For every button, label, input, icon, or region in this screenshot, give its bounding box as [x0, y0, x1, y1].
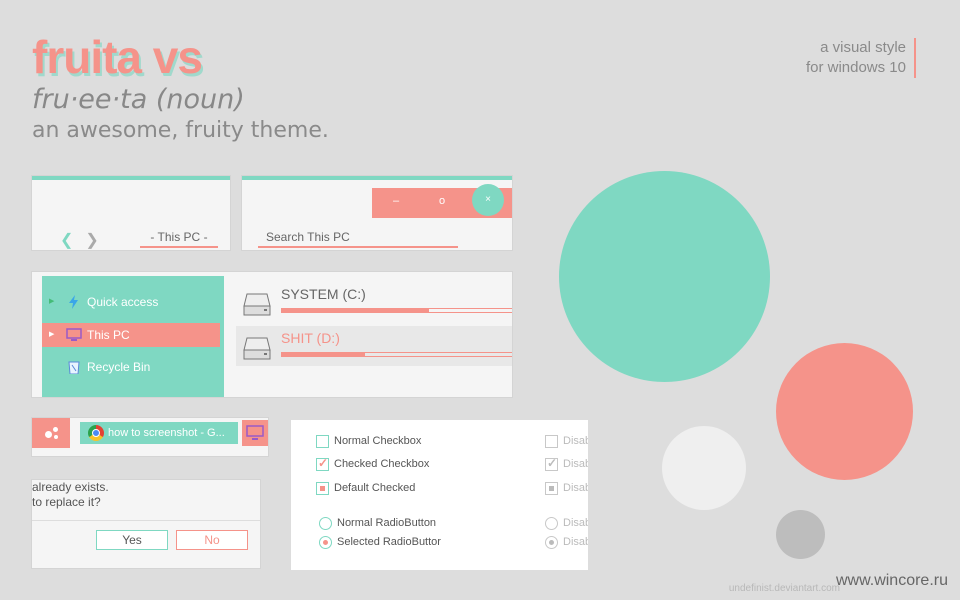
taskbar-this-pc-button[interactable] [242, 420, 268, 446]
style-caption-line1: a visual style [820, 39, 906, 56]
dialog-divider [32, 520, 260, 521]
radio-label: Normal RadioButton [337, 517, 437, 529]
disabled-label: Disab [563, 435, 588, 447]
drive-usage-bar [281, 352, 512, 357]
dialog-message: already exists. to replace it? [32, 480, 109, 510]
location-breadcrumb[interactable]: - This PC - [140, 230, 218, 248]
style-caption-line2: for windows 10 [805, 59, 906, 76]
chevron-left-icon[interactable]: ❮ [60, 230, 73, 250]
indeterminate-square-icon [320, 486, 325, 491]
chevron-right-icon[interactable]: ❯ [85, 230, 98, 250]
expand-caret-icon[interactable]: ▶ [49, 323, 54, 347]
drive-item-c[interactable]: SYSTEM (C:) [236, 282, 512, 322]
yes-button[interactable]: Yes [96, 530, 168, 550]
start-dot-icon [45, 431, 52, 438]
no-button[interactable]: No [176, 530, 248, 550]
sidebar-item-label: Quick access [87, 295, 159, 309]
checkbox-box[interactable] [316, 482, 329, 495]
radio-circle[interactable] [319, 517, 332, 530]
coral-circle [776, 343, 913, 480]
drive-name: SYSTEM (C:) [281, 286, 366, 302]
explorer-panel: ▶ Quick access ▶ This PC Recycle Bin SYS… [32, 272, 512, 397]
checkbox-label: Normal Checkbox [334, 435, 422, 447]
white-circle [662, 426, 746, 510]
sidebar-item-recycle-bin[interactable]: Recycle Bin [42, 355, 224, 379]
close-button[interactable]: × [472, 184, 504, 216]
radio-circle [545, 517, 558, 530]
recycle-bin-icon [68, 361, 80, 374]
checkbox-box [545, 482, 558, 495]
replace-file-dialog: already exists. to replace it? Yes No [32, 480, 260, 568]
pronunciation: fru·ee·ta (noun) [32, 84, 245, 115]
disabled-label: Disab [563, 517, 588, 529]
dialog-message-line2: to replace it? [32, 495, 101, 509]
checkbox-label: Default Checked [334, 482, 416, 494]
lightning-icon [69, 295, 78, 309]
site-watermark: www.wincore.ru [835, 572, 948, 589]
radio-dot-icon [323, 540, 328, 545]
sidebar-item-quick-access[interactable]: ▶ Quick access [42, 290, 224, 314]
disabled-label: Disab [563, 536, 588, 548]
radio-label: Selected RadioButtor [337, 536, 441, 548]
navigation-panel: ❮ ❯ - This PC - [32, 176, 230, 250]
tagline: an awesome, fruity theme. [32, 118, 329, 143]
sidebar-item-label: Recycle Bin [87, 360, 151, 374]
drive-item-d[interactable]: SHIT (D:) [236, 326, 512, 366]
start-dot-icon [53, 427, 58, 432]
hard-drive-icon [243, 293, 271, 316]
theme-title: fruita vs [32, 31, 203, 83]
monitor-icon [246, 425, 264, 440]
chrome-icon [88, 425, 104, 441]
location-label: This PC [157, 230, 201, 244]
sidebar-item-this-pc[interactable]: ▶ This PC [42, 323, 220, 347]
expand-caret-icon[interactable]: ▶ [49, 290, 54, 314]
navigation-pane: ▶ Quick access ▶ This PC Recycle Bin [42, 276, 224, 397]
caption-buttons: – o × [372, 184, 512, 218]
style-caption: a visual style for windows 10 [806, 38, 916, 78]
radio-circle[interactable] [319, 536, 332, 549]
gray-circle [776, 510, 825, 559]
sidebar-item-label: This PC [87, 328, 130, 342]
drive-usage-fill [282, 309, 430, 312]
taskbar-tab-label: how to screenshot - G... [108, 427, 225, 439]
taskbar: how to screenshot - G... [32, 418, 268, 456]
checkmark-icon: ✓ [547, 456, 558, 470]
checkbox-box[interactable]: ✓ [316, 456, 329, 471]
taskbar-tab-chrome[interactable]: how to screenshot - G... [80, 422, 238, 444]
radio-dot-icon [549, 540, 554, 545]
search-input[interactable]: Search This PC [258, 230, 458, 248]
drive-usage-fill [282, 353, 365, 356]
checkbox-box: ✓ [545, 456, 558, 471]
drive-name: SHIT (D:) [281, 330, 340, 346]
radio-circle [545, 536, 558, 549]
monitor-icon [66, 328, 82, 341]
dialog-message-line1: already exists. [32, 480, 109, 494]
author-credit: undefinist.deviantart.com [728, 583, 840, 594]
controls-panel: Normal Checkbox ✓ Checked Checkbox Defau… [291, 420, 588, 570]
nav-arrows: ❮ ❯ [60, 230, 111, 250]
hard-drive-icon [243, 337, 271, 360]
checkmark-icon: ✓ [318, 456, 329, 470]
drive-usage-bar [281, 308, 512, 313]
checkbox-box[interactable] [316, 435, 329, 448]
maximize-button[interactable]: o [430, 195, 454, 207]
start-button[interactable] [32, 418, 70, 448]
indeterminate-square-icon [549, 486, 554, 491]
mint-circle [559, 171, 770, 382]
disabled-label: Disab [563, 482, 588, 494]
checkbox-label: Checked Checkbox [334, 458, 430, 470]
start-dot-icon [54, 435, 58, 439]
checkbox-box [545, 435, 558, 448]
disabled-label: Disab [563, 458, 588, 470]
titlebar-panel: – o × Search This PC [242, 176, 512, 250]
minimize-button[interactable]: – [384, 195, 408, 207]
